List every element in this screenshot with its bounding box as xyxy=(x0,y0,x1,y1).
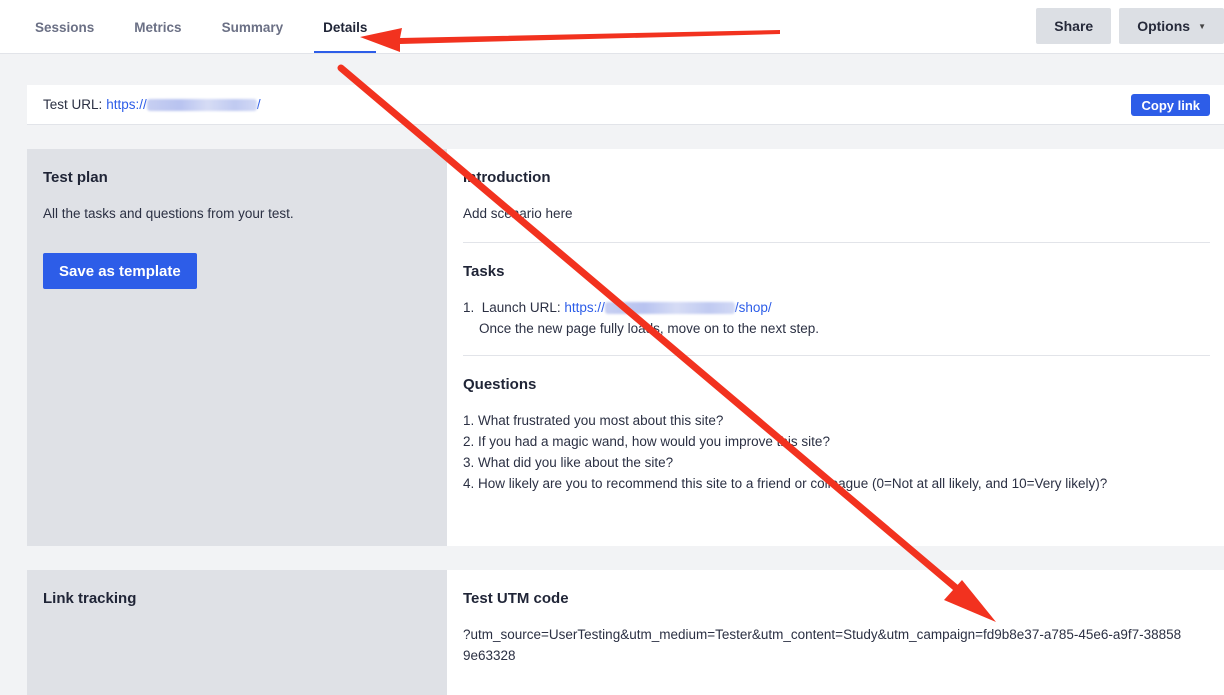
introduction-block: Introduction Add scenario here xyxy=(463,169,1210,240)
task-url-link[interactable]: https:// /shop/ xyxy=(564,300,771,315)
question-item: 4. How likely are you to recommend this … xyxy=(463,476,1108,491)
test-plan-title: Test plan xyxy=(43,169,108,186)
test-plan-section: Test plan All the tasks and questions fr… xyxy=(27,149,1224,546)
task-item: 1. Launch URL: https:// /shop/ xyxy=(463,297,1210,318)
test-url-prefix: https:// xyxy=(106,97,147,112)
top-navigation: Sessions Metrics Summary Details Share O… xyxy=(0,0,1224,54)
task-url-prefix: https:// xyxy=(564,300,605,315)
test-url-bar: Test URL: https:// / Copy link xyxy=(27,85,1224,125)
test-plan-content: Introduction Add scenario here Tasks 1. … xyxy=(447,149,1224,546)
caret-down-icon: ▼ xyxy=(1198,21,1206,31)
test-url-label: Test URL: xyxy=(43,97,103,112)
redacted-url xyxy=(146,99,257,112)
questions-title: Questions xyxy=(463,376,537,393)
options-label: Options xyxy=(1137,18,1191,34)
link-tracking-title: Link tracking xyxy=(43,590,137,607)
link-tracking-section: Link tracking Test UTM code ?utm_source=… xyxy=(27,570,1224,695)
options-button[interactable]: Options ▼ xyxy=(1119,8,1224,44)
tab-sessions[interactable]: Sessions xyxy=(20,0,109,54)
question-item: 1. What frustrated you most about this s… xyxy=(463,413,724,428)
task-url-suffix: /shop/ xyxy=(734,300,772,315)
link-tracking-content: Test UTM code ?utm_source=UserTesting&ut… xyxy=(447,570,1224,695)
tab-details[interactable]: Details xyxy=(308,0,382,54)
test-url-suffix: / xyxy=(256,97,261,112)
test-plan-sidebar: Test plan All the tasks and questions fr… xyxy=(27,149,447,546)
tab-bar: Sessions Metrics Summary Details xyxy=(20,0,392,54)
question-item: 2. If you had a magic wand, how would yo… xyxy=(463,434,830,449)
link-tracking-sidebar: Link tracking xyxy=(27,570,447,695)
task-label: Launch URL: xyxy=(481,300,561,315)
utm-code: ?utm_source=UserTesting&utm_medium=Teste… xyxy=(463,627,1182,663)
introduction-title: Introduction xyxy=(463,169,551,186)
tab-metrics[interactable]: Metrics xyxy=(119,0,196,54)
tasks-title: Tasks xyxy=(463,263,505,280)
tab-summary[interactable]: Summary xyxy=(207,0,299,54)
top-actions: Share Options ▼ xyxy=(1036,8,1224,44)
question-item: 3. What did you like about the site? xyxy=(463,455,674,470)
questions-block: Questions 1. What frustrated you most ab… xyxy=(463,356,1210,510)
task-note: Once the new page fully loads, move on t… xyxy=(479,321,819,336)
save-as-template-button[interactable]: Save as template xyxy=(43,253,197,289)
redacted-url xyxy=(604,302,735,315)
test-plan-description: All the tasks and questions from your te… xyxy=(43,206,294,221)
task-number: 1. xyxy=(463,300,475,315)
questions-list: 1. What frustrated you most about this s… xyxy=(463,410,1210,494)
share-button[interactable]: Share xyxy=(1036,8,1112,44)
test-url-link[interactable]: https:// / xyxy=(106,97,260,112)
introduction-text: Add scenario here xyxy=(463,206,573,221)
tasks-block: Tasks 1. Launch URL: https:// /shop/ Once… xyxy=(463,243,1210,355)
utm-title: Test UTM code xyxy=(463,590,569,607)
copy-link-button[interactable]: Copy link xyxy=(1131,94,1210,116)
